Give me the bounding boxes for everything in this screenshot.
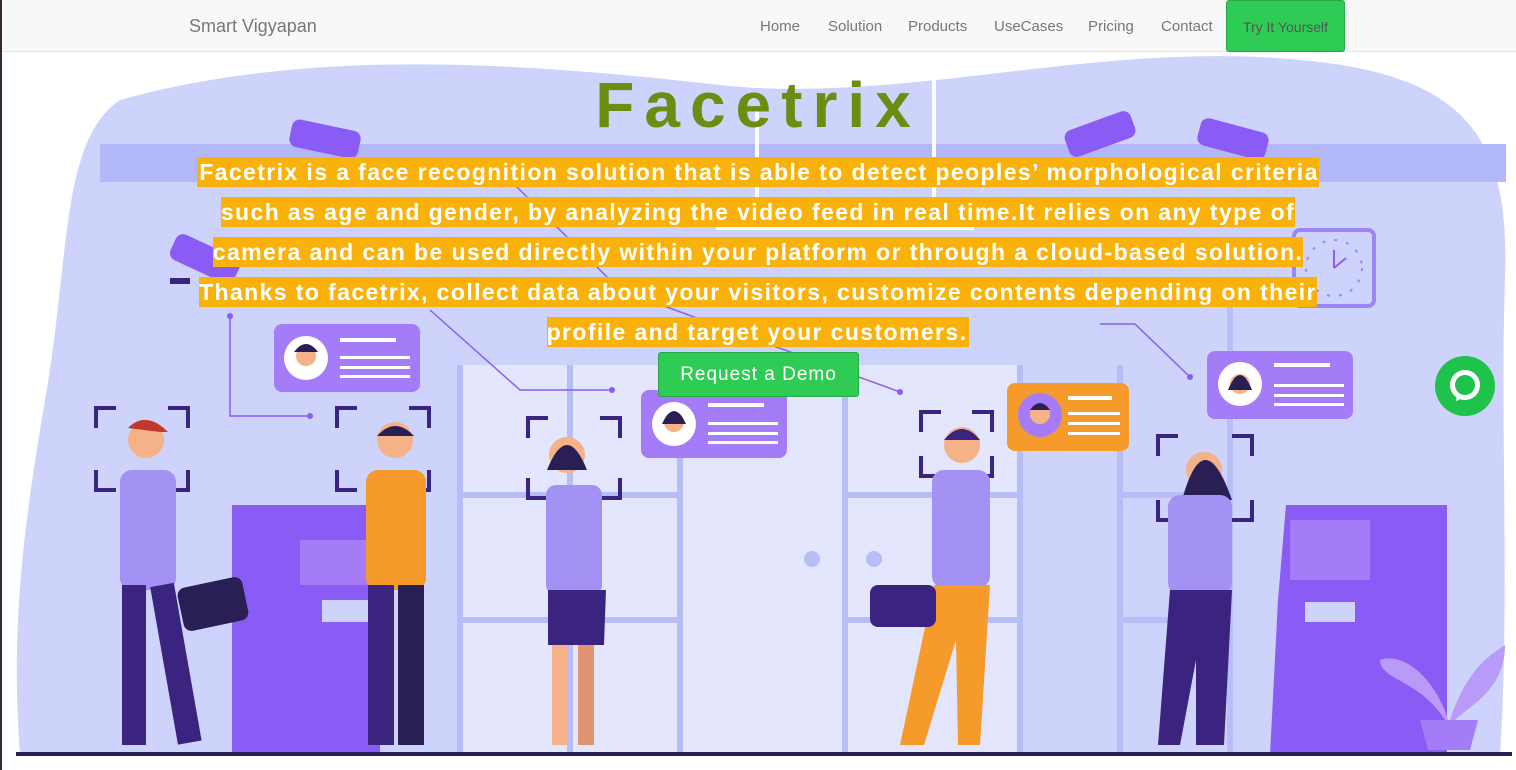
brand-logo[interactable]: Smart Vigyapan xyxy=(189,16,317,37)
nav-contact[interactable]: Contact xyxy=(1161,18,1213,35)
hero-description-text: Facetrix is a face recognition solution … xyxy=(197,157,1319,347)
chat-bubble-inner xyxy=(1455,375,1475,395)
hero-description: Facetrix is a face recognition solution … xyxy=(195,152,1321,352)
hero-title: Facetrix xyxy=(595,69,921,141)
nav-solution[interactable]: Solution xyxy=(828,18,882,35)
nav-products[interactable]: Products xyxy=(908,18,967,35)
nav-home[interactable]: Home xyxy=(760,18,800,35)
chat-button[interactable] xyxy=(1435,356,1495,416)
navbar: Smart Vigyapan Home Solution Products Us… xyxy=(2,0,1516,52)
hero-section: Facetrix Facetrix is a face recognition … xyxy=(0,52,1516,770)
nav-pricing[interactable]: Pricing xyxy=(1088,18,1134,35)
nav-usecases[interactable]: UseCases xyxy=(994,18,1063,35)
request-demo-button[interactable]: Request a Demo xyxy=(658,352,859,397)
try-it-yourself-button[interactable]: Try It Yourself xyxy=(1226,0,1345,52)
